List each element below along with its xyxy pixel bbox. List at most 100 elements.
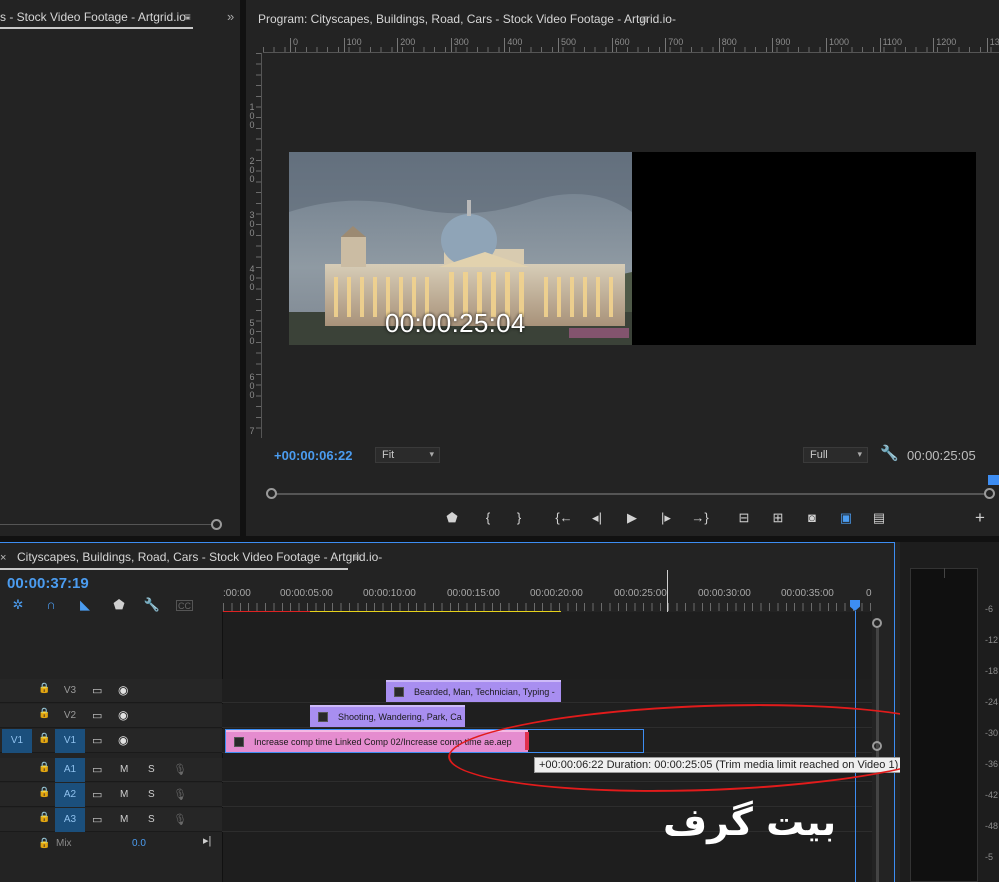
toggle-sync-icon[interactable]: ▭ bbox=[92, 788, 102, 801]
ruler-label: 600 bbox=[249, 372, 255, 400]
vertical-scroll-handle-top[interactable] bbox=[872, 618, 882, 628]
playback-resolution-select[interactable]: Full ▾ bbox=[803, 447, 868, 463]
lock-icon[interactable]: 🔒 bbox=[38, 812, 50, 823]
sequence-tab[interactable]: Cityscapes, Buildings, Road, Cars - Stoc… bbox=[17, 550, 382, 564]
snap-magnet-icon[interactable]: ∩ bbox=[42, 597, 60, 613]
ruler-label: 600 bbox=[611, 38, 630, 52]
time-ruler-ticks bbox=[223, 603, 871, 611]
lock-icon[interactable]: 🔒 bbox=[38, 787, 50, 798]
track-header-a1[interactable]: 🔒 A1 ▭ M S 🎙 bbox=[0, 758, 222, 782]
microphone-icon[interactable]: 🎙 bbox=[173, 788, 187, 801]
eye-icon[interactable]: ◉ bbox=[118, 733, 128, 747]
timeline-settings-icon[interactable]: 🔧 bbox=[143, 597, 161, 613]
ruler-label: 700 bbox=[665, 38, 683, 52]
export-frame-icon[interactable]: ◙ bbox=[802, 509, 822, 527]
meter-scale-label: -30 bbox=[985, 728, 999, 738]
lift-icon[interactable]: ⊟ bbox=[734, 509, 754, 527]
program-playhead-marker[interactable] bbox=[988, 475, 999, 485]
track-header-v3[interactable]: 🔒 V3 ▭ ◉ bbox=[0, 679, 222, 703]
linked-selection-icon[interactable]: ◣ bbox=[76, 597, 94, 613]
lock-icon[interactable]: 🔒 bbox=[38, 762, 50, 773]
mute-button[interactable]: M bbox=[120, 758, 128, 782]
timeline-timecode[interactable]: 00:00:37:19 bbox=[7, 575, 89, 592]
clip-v3[interactable]: Bearded, Man, Technician, Typing - bbox=[386, 680, 561, 702]
microphone-icon[interactable]: 🎙 bbox=[173, 763, 187, 776]
captions-icon[interactable]: CC bbox=[176, 600, 193, 611]
go-to-out-icon[interactable]: →} bbox=[690, 509, 710, 527]
panel-menu-icon[interactable]: ≡ bbox=[184, 10, 191, 24]
clip-v2[interactable]: Shooting, Wandering, Park, Ca bbox=[310, 705, 465, 727]
track-header-v2[interactable]: 🔒 V2 ▭ ◉ bbox=[0, 704, 222, 728]
program-video-frame[interactable]: 00:00:25:04 bbox=[289, 152, 976, 345]
program-scrubber[interactable] bbox=[266, 482, 995, 502]
solo-button[interactable]: S bbox=[148, 783, 155, 807]
toggle-sync-icon[interactable]: ▭ bbox=[92, 684, 102, 697]
zoom-handle-left[interactable] bbox=[266, 488, 277, 499]
track-header-a2[interactable]: 🔒 A2 ▭ M S 🎙 bbox=[0, 783, 222, 807]
track-name-a2[interactable]: A2 bbox=[55, 783, 85, 807]
timeline-menu-icon[interactable]: ≡ bbox=[353, 550, 360, 564]
close-icon[interactable]: × bbox=[0, 552, 6, 564]
play-icon[interactable]: ▶ bbox=[622, 509, 642, 527]
playhead-timecode[interactable]: +00:00:06:22 bbox=[274, 448, 352, 463]
toggle-sync-icon[interactable]: ▭ bbox=[92, 734, 102, 747]
mix-volume-value[interactable]: 0.0 bbox=[132, 838, 146, 849]
scrubber-track[interactable] bbox=[272, 493, 990, 495]
extract-icon[interactable]: ⊞ bbox=[768, 509, 788, 527]
time-ruler-label: 00:00:10:00 bbox=[363, 588, 416, 599]
track-name-v2[interactable]: V2 bbox=[55, 704, 85, 728]
wrench-settings-icon[interactable]: 🔧 bbox=[880, 444, 899, 462]
source-scrollbar[interactable] bbox=[0, 524, 212, 525]
time-ruler[interactable]: :00:00 00:00:05:00 00:00:10:00 00:00:15:00 0… bbox=[223, 583, 872, 613]
go-to-end-icon[interactable]: ▸| bbox=[203, 834, 211, 847]
zoom-handle-right[interactable] bbox=[984, 488, 995, 499]
lock-icon[interactable]: 🔒 bbox=[38, 838, 50, 849]
toggle-sync-icon[interactable]: ▭ bbox=[92, 813, 102, 826]
eye-icon[interactable]: ◉ bbox=[118, 708, 128, 722]
program-menu-icon[interactable]: ≡ bbox=[641, 12, 648, 26]
toggle-sync-icon[interactable]: ▭ bbox=[92, 709, 102, 722]
solo-button[interactable]: S bbox=[148, 758, 155, 782]
time-ruler-label: 00:00:15:00 bbox=[447, 588, 500, 599]
time-ruler-label: :00:00 bbox=[223, 588, 251, 599]
eye-icon[interactable]: ◉ bbox=[118, 683, 128, 697]
ruler-label: 900 bbox=[772, 38, 790, 52]
source-tab[interactable]: s - Stock Video Footage - Artgrid.io- bbox=[0, 10, 190, 24]
time-ruler-label: 00:00:05:00 bbox=[280, 588, 333, 599]
lock-icon[interactable]: 🔒 bbox=[38, 683, 50, 694]
toggle-sync-icon[interactable]: ▭ bbox=[92, 763, 102, 776]
microphone-icon[interactable]: 🎙 bbox=[173, 813, 187, 826]
track-name-v3[interactable]: V3 bbox=[55, 679, 85, 703]
fx-badge-icon bbox=[318, 712, 328, 722]
track-name-v1[interactable]: V1 bbox=[55, 729, 85, 753]
mute-button[interactable]: M bbox=[120, 783, 128, 807]
source-scroll-handle[interactable] bbox=[211, 519, 222, 530]
program-monitor-title[interactable]: Program: Cityscapes, Buildings, Road, Ca… bbox=[258, 12, 676, 26]
meter-scale-label: -36 bbox=[985, 759, 999, 769]
track-header-a3[interactable]: 🔒 A3 ▭ M S 🎙 bbox=[0, 808, 222, 832]
track-header-v1[interactable]: V1 🔒 V1 ▭ ◉ bbox=[0, 729, 222, 753]
zoom-level-select[interactable]: Fit ▾ bbox=[375, 447, 440, 463]
source-patch-v1[interactable]: V1 bbox=[2, 729, 32, 753]
mark-in-icon[interactable]: { bbox=[478, 509, 498, 527]
lock-icon[interactable]: 🔒 bbox=[38, 733, 50, 744]
mark-out-icon[interactable]: } bbox=[509, 509, 529, 527]
add-marker-icon[interactable]: ⬟ bbox=[110, 597, 128, 613]
step-back-icon[interactable]: ◂| bbox=[587, 509, 607, 527]
clip-v2-label: Shooting, Wandering, Park, Ca bbox=[338, 712, 462, 722]
go-to-in-icon[interactable]: {← bbox=[554, 509, 574, 527]
multicam-icon[interactable]: ▤ bbox=[869, 509, 889, 527]
track-name-a1[interactable]: A1 bbox=[55, 758, 85, 782]
mute-button[interactable]: M bbox=[120, 808, 128, 832]
ruler-label: 7 bbox=[249, 426, 255, 436]
track-name-a3[interactable]: A3 bbox=[55, 808, 85, 832]
add-button-icon[interactable]: + bbox=[970, 509, 990, 527]
comparison-view-icon[interactable]: ▣ bbox=[836, 509, 856, 527]
solo-button[interactable]: S bbox=[148, 808, 155, 832]
marker-icon[interactable]: ⬟ bbox=[442, 509, 462, 527]
lock-icon[interactable]: 🔒 bbox=[38, 708, 50, 719]
step-forward-icon[interactable]: |▸ bbox=[656, 509, 676, 527]
ruler-label: 1100 bbox=[879, 38, 902, 52]
snap-nest-icon[interactable]: ✲ bbox=[9, 597, 27, 613]
panel-overflow-icon[interactable]: » bbox=[227, 9, 234, 24]
